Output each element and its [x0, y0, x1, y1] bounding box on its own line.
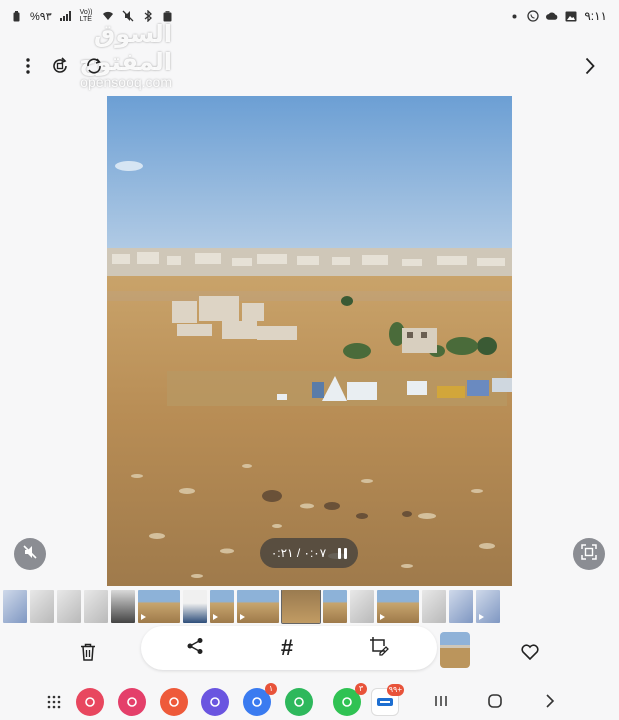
- notification-badge: ٣: [355, 683, 367, 695]
- playback-control[interactable]: ٠:٠٧ / ٠:٢١: [260, 538, 358, 568]
- filmstrip-thumbnail[interactable]: [84, 590, 108, 623]
- action-pill: #: [141, 626, 437, 670]
- whatsapp-app-icon[interactable]: ٣: [333, 683, 367, 716]
- filmstrip-thumbnail[interactable]: [281, 590, 321, 624]
- video-indicator-icon: [240, 614, 245, 620]
- image-icon: [565, 10, 577, 22]
- tag-button[interactable]: #: [271, 632, 303, 664]
- messages-app-icon[interactable]: ١: [243, 683, 277, 716]
- clock: ٩:١١: [584, 9, 607, 23]
- dot-icon: [508, 10, 520, 22]
- filmstrip: [0, 590, 619, 624]
- filmstrip-thumbnail[interactable]: [237, 590, 279, 623]
- rotate-icon: [51, 56, 69, 80]
- filmstrip-thumbnail[interactable]: [111, 590, 135, 623]
- action-bar: #: [0, 624, 619, 676]
- heart-icon: [521, 643, 539, 665]
- notification-badge: ٩٩+: [386, 684, 404, 696]
- cloud-icon: [546, 10, 558, 22]
- screen-recorder-icon[interactable]: [76, 688, 104, 716]
- next-icon: [585, 57, 595, 80]
- opensooq-app-icon[interactable]: ٩٩+: [371, 684, 404, 716]
- filmstrip-thumbnail[interactable]: [377, 590, 419, 623]
- browser-app-icon[interactable]: [201, 688, 229, 716]
- capture-frame-icon: [581, 543, 597, 565]
- rotate-button[interactable]: [46, 54, 74, 82]
- edit-button[interactable]: [363, 632, 395, 664]
- viewer-toolbar: [0, 50, 619, 86]
- more-options-button[interactable]: [14, 54, 42, 82]
- video-indicator-icon: [213, 614, 218, 620]
- filmstrip-thumbnail[interactable]: [30, 590, 54, 623]
- landscape-image: [107, 96, 512, 586]
- notes-app-icon[interactable]: [160, 688, 188, 716]
- filmstrip-thumbnail[interactable]: [449, 590, 473, 623]
- filmstrip-thumbnail[interactable]: [183, 590, 207, 623]
- video-indicator-icon: [380, 614, 385, 620]
- edit-crop-icon: [369, 636, 389, 661]
- flower-app-icon[interactable]: [118, 688, 146, 716]
- dock: ١ ٣ ٩٩+: [0, 680, 619, 720]
- auto-rotate-icon: [85, 57, 103, 80]
- share-button[interactable]: [179, 632, 211, 664]
- mute-button[interactable]: [14, 538, 46, 570]
- recents-icon[interactable]: [430, 690, 452, 712]
- pause-icon[interactable]: [338, 547, 348, 559]
- filmstrip-thumbnail[interactable]: [350, 590, 374, 623]
- filmstrip-thumbnail[interactable]: [476, 590, 500, 623]
- phone-app-icon[interactable]: [285, 688, 313, 716]
- playback-time: ٠:٠٧ / ٠:٢١: [270, 546, 327, 560]
- trash-icon: [80, 643, 96, 666]
- auto-rotate-button[interactable]: [80, 54, 108, 82]
- mute-icon: [22, 544, 38, 565]
- filmstrip-thumbnail[interactable]: [57, 590, 81, 623]
- status-right: ٩:١١: [508, 9, 607, 23]
- home-icon[interactable]: [484, 690, 506, 712]
- next-button[interactable]: [576, 54, 604, 82]
- back-icon[interactable]: [539, 690, 561, 712]
- video-indicator-icon: [141, 614, 146, 620]
- battery-icon: [10, 10, 22, 22]
- apps-grid-icon[interactable]: [40, 688, 68, 716]
- video-frame[interactable]: [107, 96, 512, 586]
- capture-frame-button[interactable]: [573, 538, 605, 570]
- filmstrip-thumbnail[interactable]: [323, 590, 347, 623]
- current-thumbnail[interactable]: [440, 632, 470, 668]
- share-icon: [186, 637, 204, 660]
- filmstrip-thumbnail[interactable]: [422, 590, 446, 623]
- delete-button[interactable]: [72, 638, 104, 670]
- filmstrip-thumbnail[interactable]: [210, 590, 234, 623]
- notification-badge: ١: [265, 683, 277, 695]
- favorite-button[interactable]: [514, 638, 546, 670]
- video-indicator-icon: [479, 614, 484, 620]
- more-icon: [26, 57, 30, 79]
- filmstrip-thumbnail[interactable]: [138, 590, 180, 623]
- filmstrip-thumbnail[interactable]: [3, 590, 27, 623]
- whatsapp-icon: [527, 10, 539, 22]
